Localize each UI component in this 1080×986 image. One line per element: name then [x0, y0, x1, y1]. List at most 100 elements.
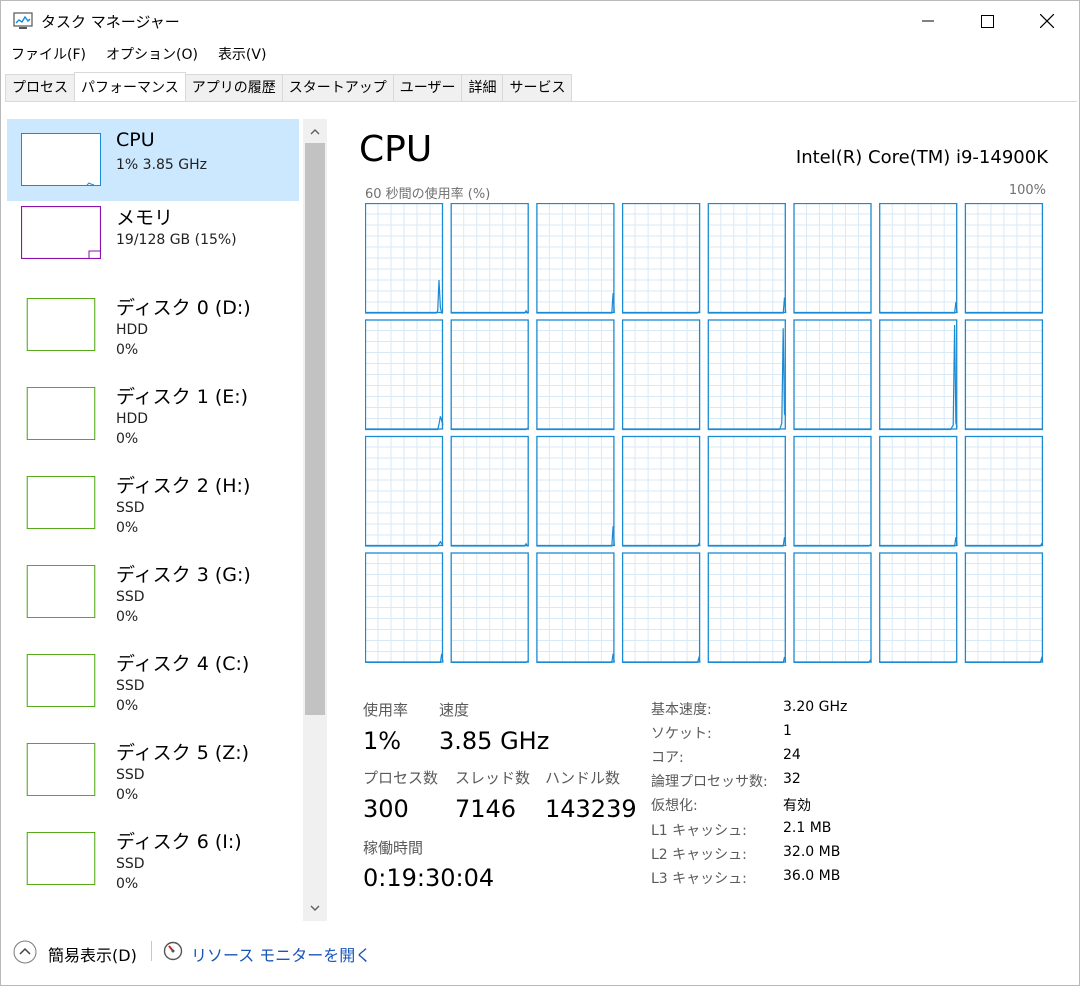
scroll-thumb[interactable]	[305, 143, 325, 715]
chevron-up-icon	[310, 129, 320, 135]
menu-options[interactable]: オプション(O)	[96, 43, 208, 67]
processor-graph-3	[621, 203, 701, 314]
sidebar-item-disk-5[interactable]: ディスク 5 (Z:) SSD 0%	[7, 735, 299, 824]
scroll-down-button[interactable]	[303, 897, 327, 919]
disk-thumbnail-graph	[21, 476, 101, 529]
menu-file[interactable]: ファイル(F)	[1, 43, 96, 67]
sidebar-item-disk-4[interactable]: ディスク 4 (C:) SSD 0%	[7, 646, 299, 735]
title-bar[interactable]: タスク マネージャー	[1, 1, 1079, 41]
processor-graph-7	[964, 203, 1044, 314]
processor-graph-27	[621, 552, 701, 663]
tab-services[interactable]: サービス	[502, 74, 573, 101]
maximize-button[interactable]	[957, 1, 1017, 41]
resource-list: CPU 1% 3.85 GHz メモリ 19/128 GB (15%) ディスク…	[7, 119, 299, 913]
threads-value: 7146	[455, 795, 517, 823]
sidebar-item-usage: 0%	[116, 342, 139, 358]
sidebar-item-disk-1[interactable]: ディスク 1 (E:) HDD 0%	[7, 379, 299, 468]
disk-thumbnail-graph	[21, 654, 101, 707]
resource-monitor-icon[interactable]	[163, 941, 183, 961]
sidebar-item-detail: 1% 3.85 GHz	[116, 157, 208, 173]
sidebar-item-title: ディスク 3 (G:)	[116, 564, 251, 586]
footer-bar: 簡易表示(D) リソース モニターを開く	[1, 931, 1079, 971]
sidebar-item-disk-3[interactable]: ディスク 3 (G:) SSD 0%	[7, 557, 299, 646]
open-resource-monitor-link[interactable]: リソース モニターを開く	[191, 942, 371, 966]
menu-view[interactable]: 表示(V)	[208, 43, 277, 67]
processor-graph-23	[964, 435, 1044, 547]
processor-graph-12	[707, 319, 787, 431]
processor-graph-5	[793, 203, 872, 314]
disk-thumbnail-graph	[21, 298, 101, 351]
sidebar-item-title: ディスク 4 (C:)	[116, 653, 250, 675]
spec-value: 24	[783, 747, 801, 763]
graph-caption: 60 秒間の使用率 (%)	[365, 187, 491, 202]
tab-users[interactable]: ユーザー	[392, 74, 463, 101]
maximize-icon	[980, 14, 994, 28]
sidebar-item-disk-2[interactable]: ディスク 2 (H:) SSD 0%	[7, 468, 299, 557]
sidebar-item-disk-6[interactable]: ディスク 6 (I:) SSD 0%	[7, 824, 299, 913]
processor-graph-22	[879, 435, 958, 547]
tab-details[interactable]: 詳細	[461, 74, 504, 101]
processor-graph-28	[707, 552, 787, 663]
minimize-button[interactable]	[898, 1, 958, 41]
processor-graph-29	[793, 552, 873, 663]
sidebar-item-type: SSD	[116, 856, 145, 872]
sidebar-item-disk-0[interactable]: ディスク 0 (D:) HDD 0%	[7, 290, 299, 379]
sidebar-item-title: ディスク 6 (I:)	[116, 831, 242, 853]
page-title: CPU	[359, 129, 433, 170]
processor-graph-20	[707, 435, 787, 547]
processor-graph-21	[793, 435, 872, 547]
window-title: タスク マネージャー	[41, 13, 180, 31]
processes-label: プロセス数	[363, 769, 439, 787]
spec-label: コア:	[651, 750, 684, 766]
fewer-details-link[interactable]: 簡易表示(D)	[48, 942, 137, 966]
scroll-up-button[interactable]	[303, 121, 327, 143]
spec-value: 1	[783, 723, 792, 739]
spec-label: 論理プロセッサ数:	[651, 774, 768, 790]
spec-value: 36.0 MB	[783, 868, 841, 884]
sidebar-item-usage: 0%	[116, 609, 139, 625]
sidebar-item-title: ディスク 0 (D:)	[116, 297, 251, 319]
processor-graph-11	[621, 319, 701, 431]
sidebar-item-type: SSD	[116, 767, 145, 783]
sidebar-scrollbar[interactable]	[303, 119, 327, 921]
sidebar-item-title: メモリ	[116, 207, 174, 229]
processor-graph-4	[707, 203, 787, 314]
processor-graph-1	[450, 203, 529, 314]
spec-label: 仮想化:	[651, 798, 698, 814]
processor-graph-19	[621, 435, 701, 547]
speed-label: 速度	[439, 701, 470, 719]
processor-graph-0	[365, 203, 444, 314]
spec-value: 2.1 MB	[783, 820, 832, 836]
processor-graph-9	[450, 319, 530, 431]
usage-value: 1%	[363, 727, 402, 755]
disk-thumbnail-graph	[21, 565, 101, 618]
close-button[interactable]	[1017, 1, 1077, 41]
processor-graph-26	[536, 552, 615, 663]
sidebar-item-cpu[interactable]: CPU 1% 3.85 GHz	[7, 119, 299, 201]
processor-graph-24	[365, 552, 444, 663]
processor-graph-2	[536, 203, 615, 314]
disk-thumbnail-graph	[21, 743, 101, 796]
tab-processes[interactable]: プロセス	[5, 74, 75, 101]
tab-startup[interactable]: スタートアップ	[281, 74, 394, 101]
processor-graph-16	[365, 435, 444, 547]
tab-app-history[interactable]: アプリの履歴	[184, 74, 283, 101]
processor-graph-14	[879, 319, 958, 431]
sidebar-item-memory[interactable]: メモリ 19/128 GB (15%)	[7, 201, 299, 290]
sidebar-item-usage: 0%	[116, 787, 139, 803]
spec-value: 3.20 GHz	[783, 699, 848, 715]
uptime-value: 0:19:30:04	[363, 864, 495, 892]
handles-value: 143239	[545, 795, 637, 823]
spec-label: L2 キャッシュ:	[651, 847, 747, 863]
processor-graph-17	[450, 435, 529, 547]
cpu-thumbnail-graph	[21, 133, 101, 186]
cpu-detail-panel: CPU Intel(R) Core(TM) i9-14900K 60 秒間の使用…	[331, 119, 1076, 919]
speed-value: 3.85 GHz	[439, 727, 550, 755]
spec-label: L1 キャッシュ:	[651, 823, 747, 839]
cpu-model-name: Intel(R) Core(TM) i9-14900K	[795, 147, 1048, 168]
tab-performance[interactable]: パフォーマンス	[74, 72, 186, 101]
collapse-chevron-icon[interactable]	[13, 940, 37, 964]
processor-graph-25	[450, 552, 530, 663]
spec-value: 32.0 MB	[783, 844, 841, 860]
processor-graph-15	[964, 319, 1044, 431]
